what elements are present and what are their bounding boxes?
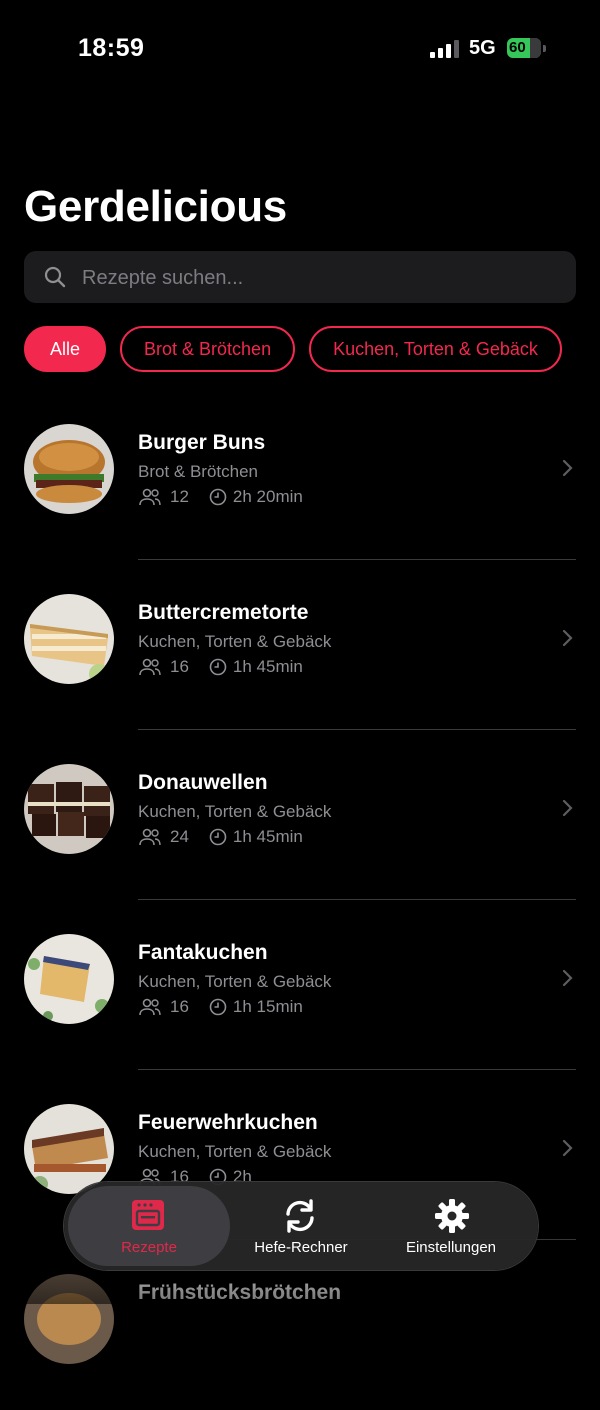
filter-chip-all[interactable]: Alle: [24, 326, 107, 372]
clock-icon: [209, 828, 227, 846]
recipe-meta: 16 1h 15min: [138, 997, 303, 1017]
recipe-thumbnail: [24, 424, 114, 514]
battery-icon: 60: [507, 38, 547, 60]
filter-chip-kuchen[interactable]: Kuchen, Torten & Gebäck: [309, 326, 562, 372]
filter-chip-brot[interactable]: Brot & Brötchen: [120, 326, 296, 372]
recipe-thumbnail: [24, 594, 114, 684]
network-type: 5G: [469, 37, 496, 59]
recipe-category: Kuchen, Torten & Gebäck: [138, 802, 332, 821]
search-icon: [44, 266, 66, 288]
chevron-right-icon: [562, 459, 573, 477]
recipe-item-fantakuchen[interactable]: Fantakuchen Kuchen, Torten & Gebäck 16 1…: [0, 900, 600, 1070]
recipe-item-donauwellen[interactable]: Donauwellen Kuchen, Torten & Gebäck 24 1…: [0, 730, 600, 900]
tab-label: Rezepte: [121, 1239, 177, 1256]
recipe-item-burger-buns[interactable]: Burger Buns Brot & Brötchen 12 2h 20min: [0, 390, 600, 560]
recipe-servings: 12: [170, 487, 189, 506]
tab-einstellungen[interactable]: Einstellungen: [372, 1182, 530, 1270]
search-input[interactable]: [80, 251, 564, 305]
chevron-right-icon: [562, 799, 573, 817]
recipe-meta: 24 1h 45min: [138, 827, 303, 847]
recipe-name: Feuerwehrkuchen: [138, 1111, 318, 1134]
recipe-meta: 16 1h 45min: [138, 657, 303, 677]
recipe-thumbnail: [24, 934, 114, 1024]
chevron-right-icon: [562, 1139, 573, 1157]
clock-icon: [209, 658, 227, 676]
recipe-duration: 1h 45min: [232, 657, 303, 676]
people-icon: [139, 658, 161, 676]
cellular-signal-icon: [430, 40, 459, 58]
recipe-name: Donauwellen: [138, 771, 268, 794]
search-field[interactable]: [24, 251, 576, 305]
recipe-servings: 16: [170, 657, 189, 676]
recipe-category: Brot & Brötchen: [138, 462, 259, 481]
recipe-category: Kuchen, Torten & Gebäck: [138, 1142, 332, 1161]
recipe-name: Frühstücksbrötchen: [138, 1281, 342, 1304]
recipe-meta: 12 2h 20min: [138, 487, 303, 507]
people-icon: [139, 488, 161, 506]
page-title: Gerdelicious: [24, 182, 287, 231]
status-time: 18:59: [78, 34, 145, 62]
gear-icon: [435, 1199, 469, 1233]
recipe-category: Kuchen, Torten & Gebäck: [138, 972, 332, 991]
recipe-name: Buttercremetorte: [138, 601, 309, 624]
recipe-thumbnail: [24, 764, 114, 854]
recipe-category: Kuchen, Torten & Gebäck: [138, 632, 332, 651]
chevron-right-icon: [562, 629, 573, 647]
tab-bar: Rezepte Hefe-Rechner Einstellungen: [64, 1182, 538, 1270]
tab-label: Hefe-Rechner: [254, 1239, 348, 1256]
battery-level: 60: [509, 39, 526, 56]
recipe-duration: 1h 45min: [232, 827, 303, 846]
clock-icon: [209, 998, 227, 1016]
recipe-servings: 16: [170, 997, 189, 1016]
oven-icon: [132, 1200, 164, 1230]
recipe-duration: 1h 15min: [232, 997, 303, 1016]
recipe-duration: 2h 20min: [232, 487, 303, 506]
recipe-name: Burger Buns: [138, 431, 266, 454]
recipe-servings: 24: [170, 827, 189, 846]
category-filters: Alle Brot & Brötchen Kuchen, Torten & Gebä…: [24, 326, 576, 372]
people-icon: [139, 828, 161, 846]
tab-hefe-rechner[interactable]: Hefe-Rechner: [222, 1182, 380, 1270]
recipe-thumbnail: [24, 1104, 114, 1194]
refresh-icon: [286, 1199, 314, 1233]
clock-icon: [209, 488, 227, 506]
recipe-thumbnail: [24, 1274, 114, 1364]
status-bar: 18:59 5G 60: [0, 0, 600, 100]
recipe-item-buttercremetorte[interactable]: Buttercremetorte Kuchen, Torten & Gebäck…: [0, 560, 600, 730]
people-icon: [139, 998, 161, 1016]
chevron-right-icon: [562, 969, 573, 987]
tab-label: Einstellungen: [405, 1239, 497, 1256]
recipe-name: Fantakuchen: [138, 941, 268, 964]
tab-rezepte[interactable]: Rezepte: [64, 1182, 230, 1270]
